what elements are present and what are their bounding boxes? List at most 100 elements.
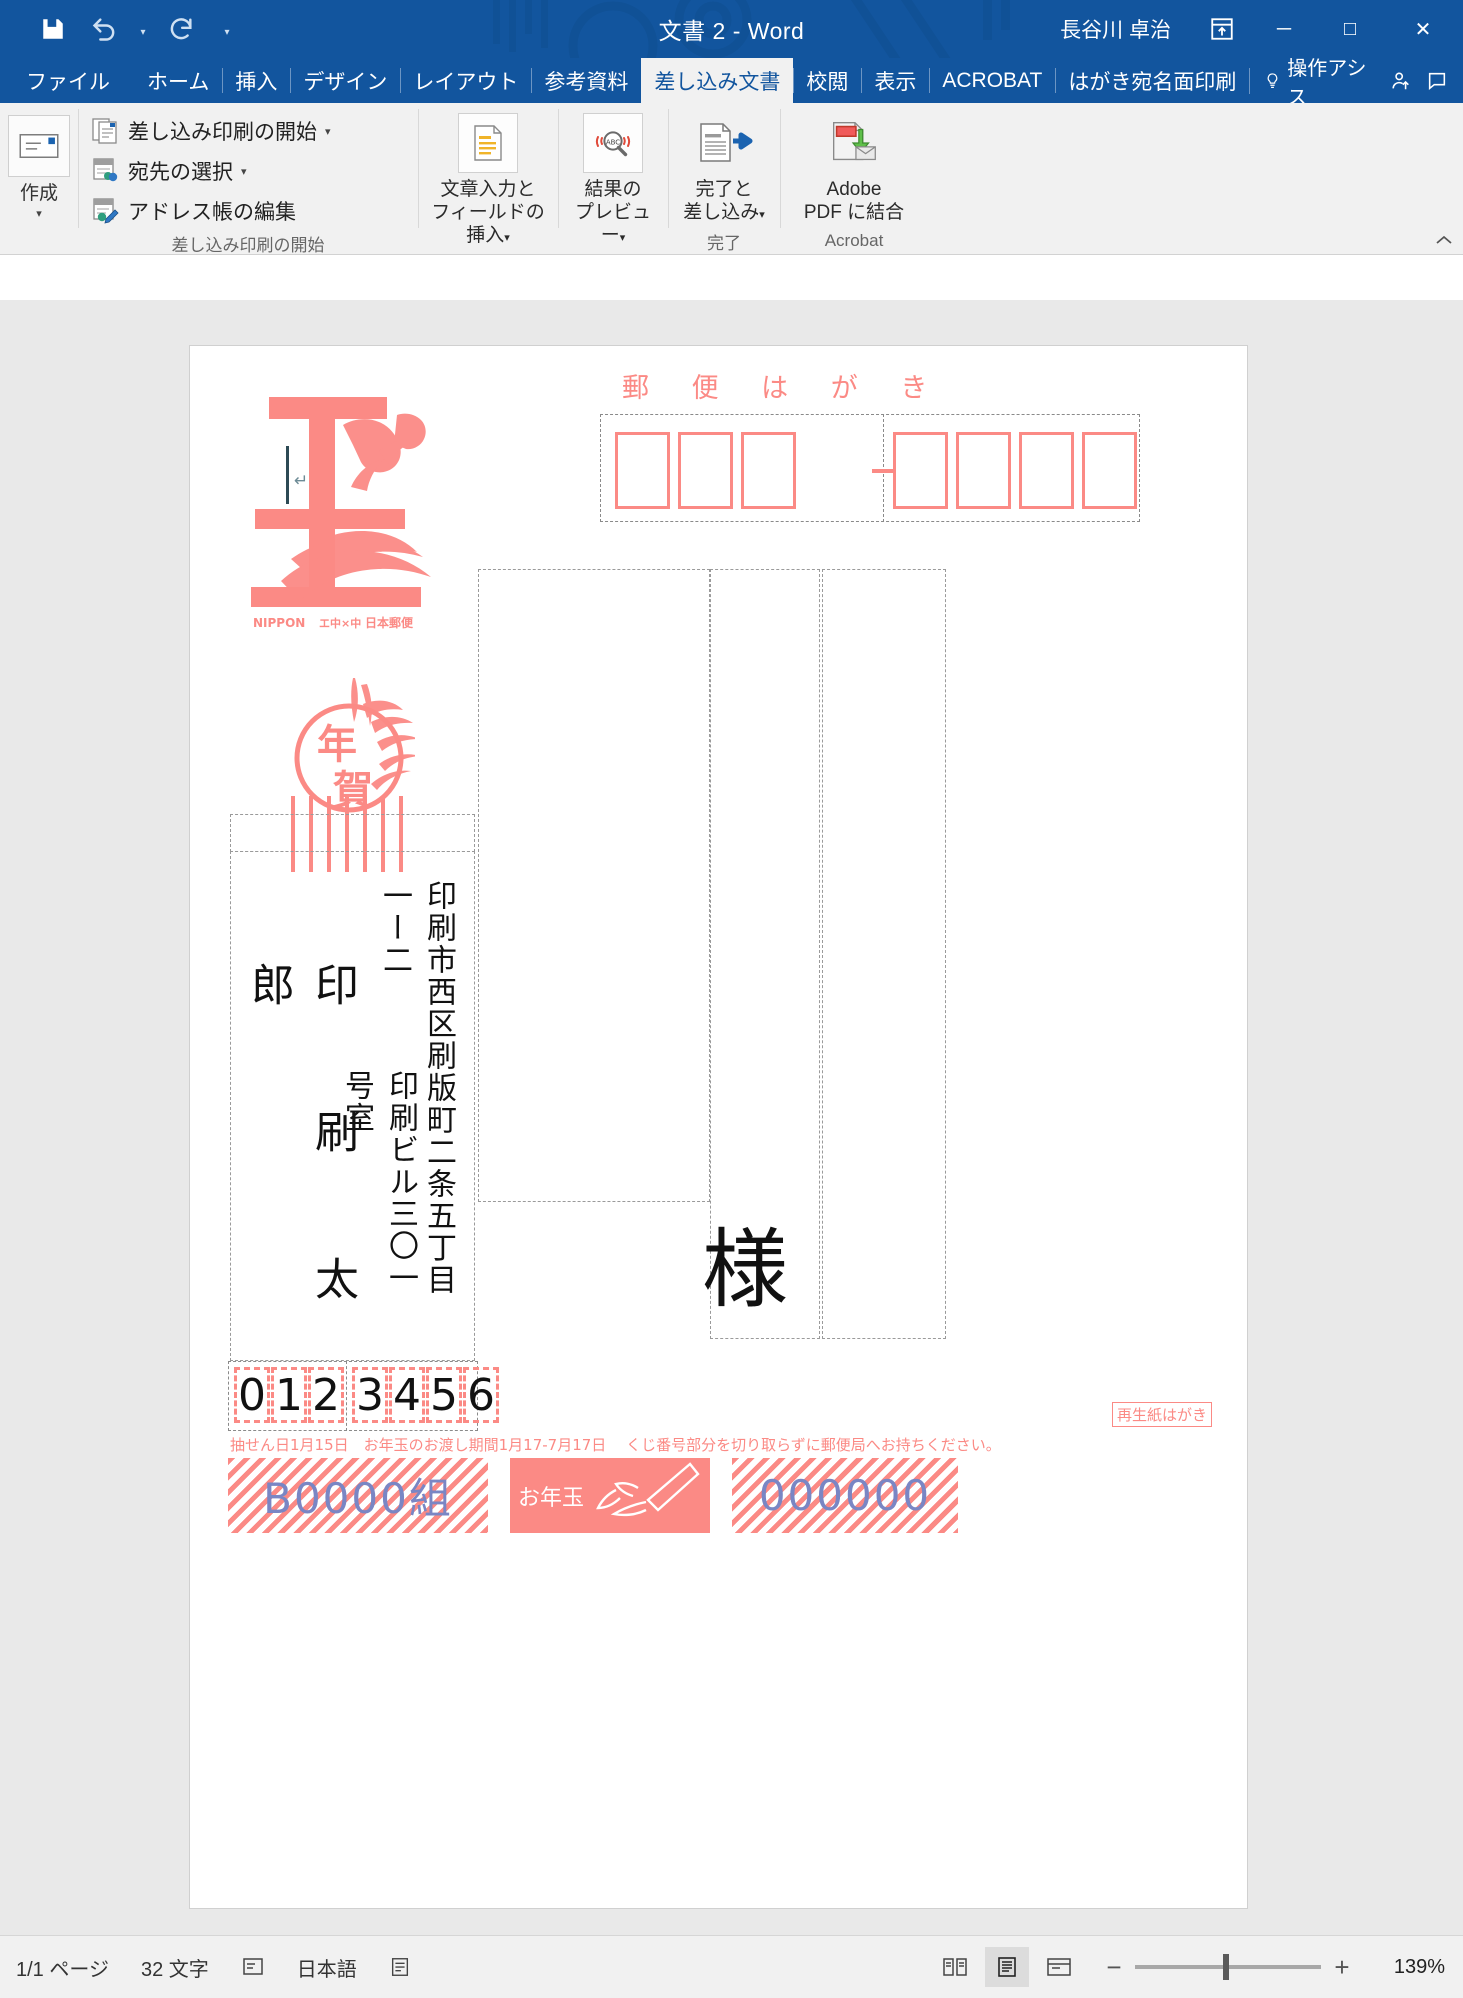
zipcode-cell-1[interactable] <box>615 432 670 509</box>
status-bar-right: − + 139% <box>933 1947 1463 1987</box>
tab-layout[interactable]: レイアウト <box>400 58 531 103</box>
insert-field-dropdown-icon[interactable]: ▾ <box>504 232 510 244</box>
adobe-merge-pdf-button[interactable]: Adobe PDF に結合 <box>788 109 920 224</box>
finish-and-merge-label: 完了と 差し込み▾ <box>683 178 765 224</box>
tab-acrobat[interactable]: ACROBAT <box>929 58 1055 103</box>
insert-merge-field-label: 文章入力と フィールドの挿入▾ <box>426 178 550 248</box>
accessibility-icon[interactable] <box>373 1956 427 1978</box>
otoshidama-label: お年玉 <box>518 1485 585 1511</box>
zoom-out-button[interactable]: − <box>1103 1952 1125 1983</box>
select-recipients-button[interactable]: 宛先の選択 ▾ <box>86 151 337 191</box>
ribbon-display-options-icon[interactable] <box>1193 0 1251 58</box>
zipcode-cell-4[interactable] <box>893 432 948 509</box>
share-icon[interactable] <box>1385 64 1417 98</box>
adobe-merge-pdf-label: Adobe PDF に結合 <box>804 178 904 224</box>
lottery-digit-2[interactable]: 1 <box>271 1367 307 1423</box>
proofing-errors-icon[interactable] <box>225 1955 281 1979</box>
tab-references[interactable]: 参考資料 <box>531 58 641 103</box>
new-year-stamp-icon: NIPPON エ中×中 日本郵便 <box>247 391 462 646</box>
tab-postcard-print[interactable]: はがき宛名面印刷 <box>1055 58 1249 103</box>
finish-and-merge-button[interactable]: 完了と 差し込み▾ <box>676 109 772 224</box>
page-indicator[interactable]: 1/1 ページ <box>0 1953 125 1982</box>
preview-results-line2: プレビュー <box>574 202 651 247</box>
comment-icon[interactable] <box>1421 64 1453 98</box>
lottery-group-code-box: B0000組 <box>228 1458 488 1533</box>
account-name[interactable]: 長谷川 卓治 <box>1060 14 1193 44</box>
word-count[interactable]: 32 文字 <box>125 1953 225 1982</box>
lottery-digit-7[interactable]: 6 <box>463 1367 499 1423</box>
preview-results-button[interactable]: ABC 結果の プレビュー▾ <box>566 109 660 248</box>
zipcode-cell-3[interactable] <box>741 432 796 509</box>
ribbon-group-start-mail-merge: 差し込み印刷の開始 ▾ 宛先の選択 ▾ アドレス帳の編集 差し込み印刷の開始 <box>78 103 418 255</box>
content-frame-right[interactable] <box>822 569 946 1339</box>
svg-text:日本郵便: 日本郵便 <box>365 615 414 630</box>
customize-qat-icon[interactable]: ▾ <box>210 6 229 52</box>
undo-icon[interactable] <box>82 6 128 52</box>
lottery-note: 抽せん日1月15日 お年玉のお渡し期間1月17-7月17日 くじ番号部分を切り取… <box>230 1436 1001 1454</box>
zoom-track[interactable] <box>1135 1954 1321 1980</box>
view-read-mode-button[interactable] <box>933 1947 977 1987</box>
start-mail-merge-dropdown-icon[interactable]: ▾ <box>325 125 331 138</box>
minimize-button[interactable]: ─ <box>1251 0 1317 58</box>
undo-dropdown-icon[interactable]: ▾ <box>134 6 152 52</box>
zipcode-cell-6[interactable] <box>1019 432 1074 509</box>
edit-recipient-list-button[interactable]: アドレス帳の編集 <box>86 191 337 231</box>
finish-dropdown-icon[interactable]: ▾ <box>759 209 765 221</box>
create-button[interactable]: 作成 ▾ <box>8 109 70 220</box>
close-button[interactable]: ✕ <box>1383 0 1463 58</box>
tab-view[interactable]: 表示 <box>861 58 929 103</box>
tell-me-box[interactable]: 操作アシス <box>1249 58 1380 109</box>
recycled-paper-mark: 再生紙はがき <box>1111 1402 1212 1427</box>
lottery-digit-5[interactable]: 4 <box>389 1367 425 1423</box>
svg-text:ABC: ABC <box>606 139 620 147</box>
lottery-digit-4[interactable]: 3 <box>352 1367 388 1423</box>
lottery-number-field[interactable]: 0 1 2 3 4 5 6 <box>228 1361 499 1431</box>
ribbon-group-acrobat: Adobe PDF に結合 Acrobat <box>780 103 928 254</box>
group-label-create <box>0 228 78 254</box>
tab-review[interactable]: 校閲 <box>793 58 861 103</box>
maximize-button[interactable]: □ <box>1317 0 1383 58</box>
zoom-thumb[interactable] <box>1223 1954 1229 1980</box>
lottery-digit-3[interactable]: 2 <box>308 1367 344 1423</box>
start-mail-merge-button[interactable]: 差し込み印刷の開始 ▾ <box>86 111 337 151</box>
ribbon-group-preview-results: ABC 結果の プレビュー▾ <box>558 103 668 254</box>
zipcode-cell-7[interactable] <box>1082 432 1137 509</box>
address-frame[interactable]: 印刷市西区刷版町二条五丁目一ー二 印刷ビル三〇一号室 印 刷 太 郎 <box>230 851 475 1361</box>
save-icon[interactable] <box>30 6 76 52</box>
document-canvas[interactable]: NIPPON エ中×中 日本郵便 ↵ 年 賀 郵 便 は が き 印刷市西区刷版… <box>0 300 1463 1935</box>
tab-insert[interactable]: 挿入 <box>222 58 290 103</box>
insert-merge-field-button[interactable]: 文章入力と フィールドの挿入▾ <box>426 109 550 248</box>
tab-home[interactable]: ホーム <box>134 58 222 103</box>
zoom-in-button[interactable]: + <box>1331 1952 1353 1983</box>
tab-design[interactable]: デザイン <box>290 58 400 103</box>
lottery-digit-1[interactable]: 0 <box>234 1367 270 1423</box>
create-dropdown-icon[interactable]: ▾ <box>36 207 42 220</box>
zipcode-field[interactable] <box>600 414 1140 522</box>
edit-recipient-list-label: アドレス帳の編集 <box>128 201 296 224</box>
tab-mailings[interactable]: 差し込み文書 <box>641 58 794 103</box>
zipcode-cell-5[interactable] <box>956 432 1011 509</box>
lottery-digit-6[interactable]: 5 <box>426 1367 462 1423</box>
view-print-layout-button[interactable] <box>985 1947 1029 1987</box>
zoom-slider[interactable]: − + <box>1089 1952 1367 1983</box>
zipcode-cell-2[interactable] <box>678 432 733 509</box>
collapse-ribbon-icon[interactable] <box>1435 233 1453 250</box>
status-bar: 1/1 ページ 32 文字 日本語 − + 139% <box>0 1935 1463 1998</box>
select-recipients-dropdown-icon[interactable]: ▾ <box>241 165 247 178</box>
language-indicator[interactable]: 日本語 <box>281 1953 373 1982</box>
edit-recipient-list-icon <box>93 198 119 224</box>
redo-icon[interactable] <box>158 6 204 52</box>
postcard-page[interactable]: NIPPON エ中×中 日本郵便 ↵ 年 賀 郵 便 は が き 印刷市西区刷版… <box>190 346 1247 1908</box>
tab-file[interactable]: ファイル <box>0 58 134 103</box>
preview-abc-icon: ABC <box>583 113 643 173</box>
ribbon-right-tools: 操作アシス <box>1249 58 1463 109</box>
select-recipients-label: 宛先の選択 <box>128 161 233 184</box>
preview-results-label: 結果の プレビュー▾ <box>566 178 660 248</box>
address-top-frame[interactable] <box>230 814 475 852</box>
preview-results-dropdown-icon[interactable]: ▾ <box>620 232 626 244</box>
ribbon: 作成 ▾ 差し込み印刷の開始 ▾ 宛先の選択 ▾ アドレス帳の編集 差し込み印刷… <box>0 103 1463 255</box>
quick-access-toolbar[interactable]: ▾ ▾ <box>0 6 230 52</box>
zoom-level[interactable]: 139% <box>1375 1956 1445 1979</box>
content-frame-address[interactable] <box>478 569 710 1202</box>
view-web-layout-button[interactable] <box>1037 1947 1081 1987</box>
